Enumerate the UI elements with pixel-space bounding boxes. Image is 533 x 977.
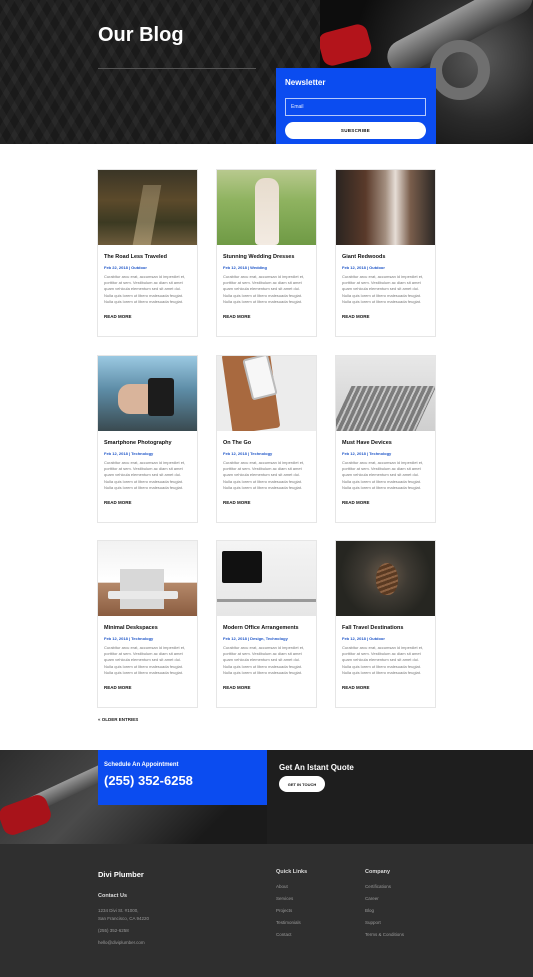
post-excerpt: Curabitur arcu erat, accumsan id imperdi… bbox=[104, 460, 186, 490]
footer-link-terms[interactable]: Terms & Conditions bbox=[365, 932, 404, 937]
footer-link-blog[interactable]: Blog bbox=[365, 908, 374, 913]
read-more-link[interactable]: READ MORE bbox=[104, 500, 132, 505]
post-meta[interactable]: Feb 12, 2018 | Technology bbox=[104, 636, 191, 641]
newsletter-box: Newsletter SUBSCRIBE bbox=[276, 68, 436, 144]
footer-link-testimonials[interactable]: Testimonials bbox=[276, 920, 301, 925]
post-title[interactable]: Modern Office Arrangements bbox=[223, 625, 310, 631]
blog-card[interactable]: Fall Travel Destinations Feb 12, 2018 | … bbox=[335, 540, 436, 708]
post-thumbnail[interactable] bbox=[336, 170, 435, 245]
appointment-box: Schedule An Appointment (255) 352-6258 bbox=[98, 750, 267, 805]
post-title[interactable]: Giant Redwoods bbox=[342, 254, 429, 260]
page-title: Our Blog bbox=[98, 24, 184, 46]
get-in-touch-button[interactable]: GET IN TOUCH bbox=[279, 776, 325, 792]
post-thumbnail[interactable] bbox=[217, 170, 316, 245]
read-more-link[interactable]: READ MORE bbox=[342, 685, 370, 690]
blog-card[interactable]: Must Have Devices Feb 12, 2018 | Technol… bbox=[335, 355, 436, 523]
post-meta[interactable]: Feb 22, 2018 | Outdoor bbox=[104, 265, 191, 270]
post-meta[interactable]: Feb 12, 2018 | Outdoor bbox=[342, 265, 429, 270]
footer-link-contact[interactable]: Contact bbox=[276, 932, 292, 937]
footer-link-services[interactable]: Services bbox=[276, 896, 293, 901]
post-excerpt: Curabitur arcu erat, accumsan id imperdi… bbox=[223, 460, 305, 490]
subscribe-button[interactable]: SUBSCRIBE bbox=[285, 122, 426, 139]
post-thumbnail[interactable] bbox=[98, 541, 197, 616]
contact-phone[interactable]: (255) 352-6258 bbox=[98, 928, 129, 933]
post-meta[interactable]: Feb 12, 2018 | Outdoor bbox=[342, 636, 429, 641]
post-meta[interactable]: Feb 12, 2018 | Design, Technology bbox=[223, 636, 310, 641]
read-more-link[interactable]: READ MORE bbox=[342, 500, 370, 505]
post-excerpt: Curabitur arcu erat, accumsan id imperdi… bbox=[223, 274, 305, 304]
contact-email[interactable]: hello@diviplumber.com bbox=[98, 940, 145, 945]
post-title[interactable]: Stunning Wedding Dresses bbox=[223, 254, 310, 260]
read-more-link[interactable]: READ MORE bbox=[223, 314, 251, 319]
post-excerpt: Curabitur arcu erat, accumsan id imperdi… bbox=[104, 274, 186, 304]
post-title[interactable]: On The Go bbox=[223, 440, 310, 446]
blog-card[interactable]: On The Go Feb 12, 2018 | Technology Cura… bbox=[216, 355, 317, 523]
post-thumbnail[interactable] bbox=[98, 170, 197, 245]
footer-link-support[interactable]: Support bbox=[365, 920, 381, 925]
post-title[interactable]: Must Have Devices bbox=[342, 440, 429, 446]
footer-brand: Divi Plumber bbox=[98, 870, 144, 879]
blog-card[interactable]: Giant Redwoods Feb 12, 2018 | Outdoor Cu… bbox=[335, 169, 436, 337]
read-more-link[interactable]: READ MORE bbox=[223, 500, 251, 505]
post-excerpt: Curabitur arcu erat, accumsan id imperdi… bbox=[342, 645, 424, 675]
hero-pattern-background bbox=[0, 0, 320, 144]
contact-heading: Contact Us bbox=[98, 893, 128, 899]
post-title[interactable]: Fall Travel Destinations bbox=[342, 625, 429, 631]
post-excerpt: Curabitur arcu erat, accumsan id imperdi… bbox=[104, 645, 186, 675]
read-more-link[interactable]: READ MORE bbox=[104, 685, 132, 690]
quick-links-heading: Quick Links bbox=[276, 869, 308, 875]
post-excerpt: Curabitur arcu erat, accumsan id imperdi… bbox=[342, 460, 424, 490]
read-more-link[interactable]: READ MORE bbox=[104, 314, 132, 319]
post-meta[interactable]: Feb 12, 2018 | Technology bbox=[223, 451, 310, 456]
post-meta[interactable]: Feb 12, 2018 | Wedding bbox=[223, 265, 310, 270]
blog-card[interactable]: Stunning Wedding Dresses Feb 12, 2018 | … bbox=[216, 169, 317, 337]
post-thumbnail[interactable] bbox=[217, 541, 316, 616]
read-more-link[interactable]: READ MORE bbox=[223, 685, 251, 690]
contact-address-line: 1234 Divi St. #1000, bbox=[98, 908, 139, 913]
post-thumbnail[interactable] bbox=[217, 356, 316, 431]
appointment-label: Schedule An Appointment bbox=[104, 762, 179, 768]
footer-link-certifications[interactable]: Certifications bbox=[365, 884, 391, 889]
title-divider bbox=[98, 68, 256, 69]
read-more-link[interactable]: READ MORE bbox=[342, 314, 370, 319]
post-excerpt: Curabitur arcu erat, accumsan id imperdi… bbox=[223, 645, 305, 675]
email-field[interactable] bbox=[285, 98, 426, 116]
post-thumbnail[interactable] bbox=[98, 356, 197, 431]
post-title[interactable]: Minimal Deskspaces bbox=[104, 625, 191, 631]
footer-link-about[interactable]: About bbox=[276, 884, 288, 889]
post-meta[interactable]: Feb 12, 2018 | Technology bbox=[104, 451, 191, 456]
blog-card[interactable]: Minimal Deskspaces Feb 12, 2018 | Techno… bbox=[97, 540, 198, 708]
post-title[interactable]: The Road Less Traveled bbox=[104, 254, 191, 260]
post-thumbnail[interactable] bbox=[336, 541, 435, 616]
phone-number[interactable]: (255) 352-6258 bbox=[104, 773, 261, 788]
blog-card[interactable]: Smartphone Photography Feb 12, 2018 | Te… bbox=[97, 355, 198, 523]
blog-card[interactable]: Modern Office Arrangements Feb 12, 2018 … bbox=[216, 540, 317, 708]
quote-title: Get An Istant Quote bbox=[279, 763, 354, 772]
contact-address-line: San Francisco, CA 94220 bbox=[98, 916, 150, 921]
newsletter-title: Newsletter bbox=[285, 78, 326, 87]
company-heading: Company bbox=[365, 869, 391, 875]
post-thumbnail[interactable] bbox=[336, 356, 435, 431]
footer-link-projects[interactable]: Projects bbox=[276, 908, 292, 913]
older-entries-link[interactable]: « OLDER ENTRIES bbox=[98, 717, 138, 722]
post-title[interactable]: Smartphone Photography bbox=[104, 440, 191, 446]
hero-section: Our Blog bbox=[0, 0, 533, 144]
post-excerpt: Curabitur arcu erat, accumsan id imperdi… bbox=[342, 274, 424, 304]
blog-card[interactable]: The Road Less Traveled Feb 22, 2018 | Ou… bbox=[97, 169, 198, 337]
footer-link-career[interactable]: Career bbox=[365, 896, 379, 901]
footer bbox=[0, 844, 533, 977]
post-meta[interactable]: Feb 12, 2018 | Technology bbox=[342, 451, 429, 456]
